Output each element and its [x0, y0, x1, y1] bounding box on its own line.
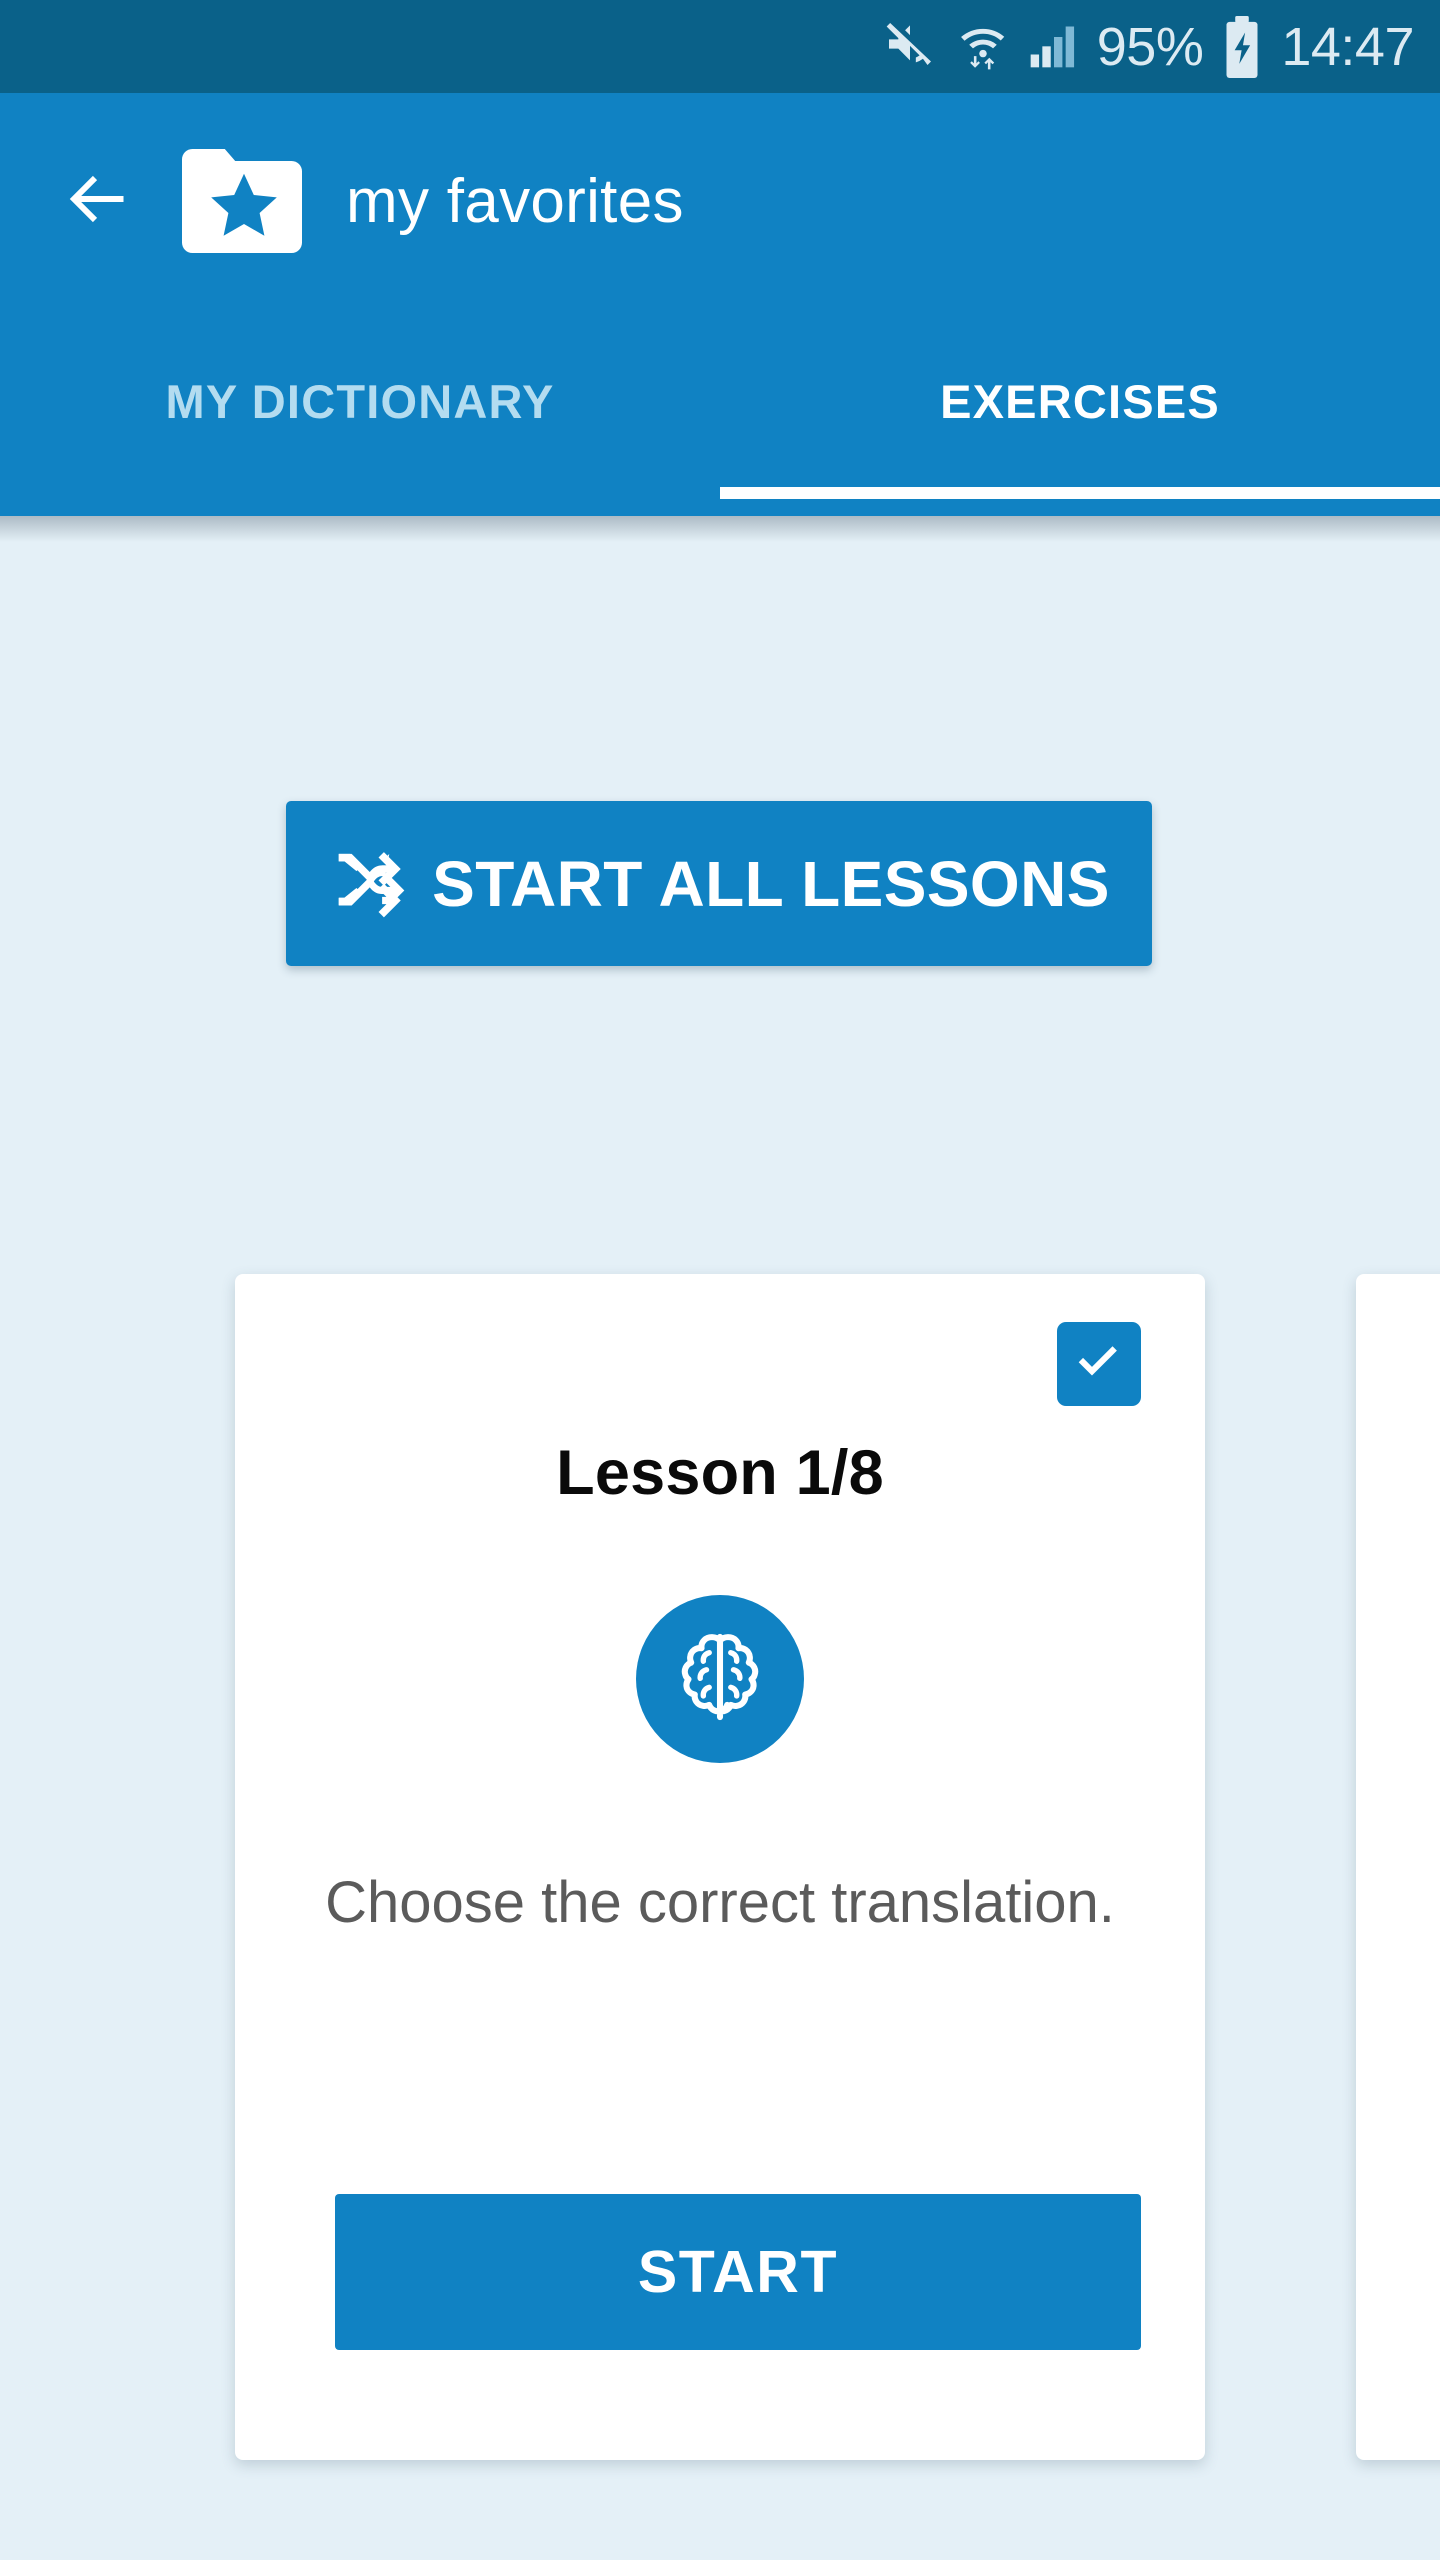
- app-bar: my favorites MY DICTIONARY EXERCISES: [0, 93, 1440, 516]
- tab-exercises[interactable]: EXERCISES: [720, 309, 1440, 516]
- app-screen: 95% 14:47 my favorites MY DICTIONARY EXE…: [0, 0, 1440, 2560]
- tab-my-dictionary-label: MY DICTIONARY: [165, 375, 555, 428]
- start-all-lessons-label: START ALL LESSONS: [432, 847, 1110, 920]
- checkmark-icon: [1070, 1333, 1128, 1396]
- shuffle-icon: [328, 841, 414, 927]
- battery-charging-icon: [1220, 15, 1264, 78]
- status-bar: 95% 14:47: [0, 0, 1440, 93]
- page-title: my favorites: [346, 166, 684, 236]
- mute-icon: [882, 16, 938, 77]
- tab-my-dictionary[interactable]: MY DICTIONARY: [0, 309, 720, 516]
- lesson-title: Lesson 1/8: [556, 1438, 884, 1508]
- clock-label: 14:47: [1281, 16, 1414, 77]
- battery-percent-label: 95%: [1096, 16, 1204, 77]
- wifi-icon: [955, 16, 1011, 77]
- tab-bar: MY DICTIONARY EXERCISES: [0, 309, 1440, 516]
- app-bar-shadow: [0, 516, 1440, 542]
- back-button[interactable]: [60, 163, 136, 239]
- lesson-card[interactable]: Lesson 1/8 Choose the correct translatio…: [235, 1274, 1205, 2460]
- status-bar-icons: 95% 14:47: [882, 15, 1414, 78]
- start-all-lessons-button[interactable]: START ALL LESSONS: [286, 801, 1152, 966]
- brain-icon: [666, 1623, 774, 1736]
- tab-exercises-label: EXERCISES: [940, 375, 1220, 428]
- lesson-start-button[interactable]: START: [335, 2194, 1141, 2350]
- signal-icon: [1028, 16, 1080, 77]
- tab-active-indicator: [720, 487, 1440, 499]
- back-arrow-icon: [62, 163, 134, 240]
- lesson-card-next[interactable]: [1356, 1274, 1440, 2460]
- app-bar-row: my favorites: [0, 93, 1440, 309]
- lesson-badge: [636, 1595, 804, 1763]
- lesson-checkbox[interactable]: [1057, 1322, 1141, 1406]
- folder-star-icon: [182, 149, 302, 253]
- lesson-description: Choose the correct translation.: [325, 1870, 1115, 1935]
